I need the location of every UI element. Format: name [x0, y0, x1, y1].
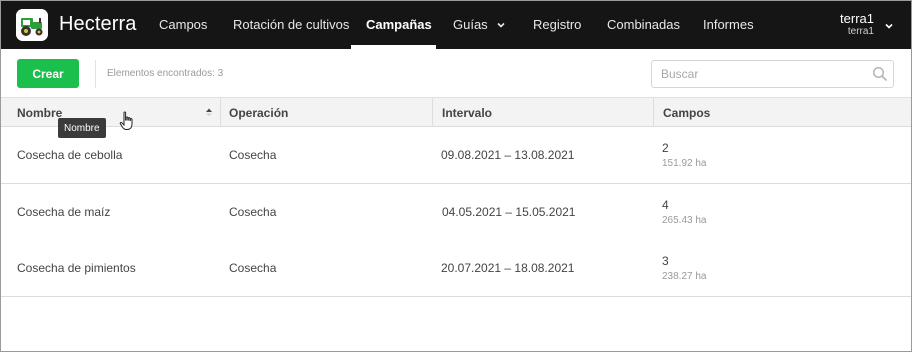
- search-icon[interactable]: [872, 66, 888, 82]
- items-found-count: Elementos encontrados: 3: [107, 68, 224, 79]
- nav-item-guias[interactable]: Guías: [453, 0, 506, 49]
- nav-item-informes[interactable]: Informes: [703, 0, 754, 49]
- cell-intervalo: 20.07.2021 – 18.08.2021: [441, 261, 575, 275]
- cell-nombre: Cosecha de pimientos: [17, 261, 136, 275]
- nav-item-combinadas[interactable]: Combinadas: [607, 0, 680, 49]
- cell-campos-area: 265.43 ha: [662, 215, 707, 226]
- nav-item-campanas[interactable]: Campañas: [366, 0, 432, 49]
- cell-campos-count: 4: [662, 198, 669, 212]
- table-row[interactable]: Cosecha de maíz Cosecha 04.05.2021 – 15.…: [0, 184, 912, 241]
- nav-item-label: Informes: [703, 17, 754, 32]
- active-tab-indicator: [351, 45, 436, 49]
- table-header: Nombre Operación Intervalo Campos: [0, 97, 912, 127]
- cell-intervalo: 04.05.2021 – 15.05.2021: [442, 205, 576, 219]
- nav-item-registro[interactable]: Registro: [533, 0, 581, 49]
- column-header-label: Intervalo: [442, 105, 493, 120]
- cell-campos-count: 2: [662, 141, 669, 155]
- user-name: terra1: [840, 11, 874, 26]
- top-navigation-bar: Hecterra Campos Rotación de cultivos Cam…: [0, 0, 912, 49]
- app-brand-name: Hecterra: [59, 13, 137, 35]
- table-row[interactable]: Cosecha de cebolla Cosecha 09.08.2021 – …: [0, 127, 912, 184]
- nav-item-label: Combinadas: [607, 17, 680, 32]
- cell-campos-area: 151.92 ha: [662, 158, 707, 169]
- cell-operacion: Cosecha: [229, 261, 277, 275]
- nav-item-label: Rotación de cultivos: [233, 17, 350, 32]
- toolbar-divider: [95, 60, 96, 88]
- nav-item-rotacion-de-cultivos[interactable]: Rotación de cultivos: [233, 0, 349, 49]
- user-account: terra1: [847, 26, 874, 37]
- nav-item-label: Campañas: [366, 17, 432, 32]
- column-header-campos[interactable]: Campos: [646, 98, 896, 127]
- search-input[interactable]: [653, 62, 863, 86]
- table-row[interactable]: Cosecha de pimientos Cosecha 20.07.2021 …: [0, 240, 912, 297]
- nav-item-label: Campos: [159, 17, 208, 32]
- tractor-logo-icon[interactable]: [16, 9, 48, 41]
- hand-pointer-cursor-icon: [119, 111, 133, 130]
- column-header-label: Nombre: [17, 105, 63, 120]
- search-box[interactable]: [651, 60, 894, 88]
- chevron-down-icon: [497, 22, 505, 28]
- column-tooltip: Nombre: [58, 118, 106, 138]
- column-header-operacion[interactable]: Operación: [212, 98, 432, 127]
- column-header-nombre[interactable]: Nombre: [0, 98, 220, 127]
- cell-operacion: Cosecha: [229, 205, 277, 219]
- cell-campos-area: 238.27 ha: [662, 271, 707, 282]
- create-button[interactable]: Crear: [17, 59, 79, 88]
- cell-nombre: Cosecha de maíz: [17, 205, 111, 219]
- column-header-label: Campos: [663, 105, 711, 120]
- cell-campos-count: 3: [662, 254, 669, 268]
- column-header-intervalo[interactable]: Intervalo: [425, 98, 645, 127]
- cell-intervalo: 09.08.2021 – 13.08.2021: [441, 148, 575, 162]
- column-header-label: Operación: [229, 105, 289, 120]
- user-menu[interactable]: terra1 terra1: [840, 12, 874, 38]
- user-chevron-down-icon[interactable]: [884, 21, 894, 31]
- nav-item-label: Guías: [453, 17, 488, 32]
- nav-item-campos[interactable]: Campos: [159, 0, 207, 49]
- cell-operacion: Cosecha: [229, 148, 277, 162]
- nav-item-label: Registro: [533, 17, 582, 32]
